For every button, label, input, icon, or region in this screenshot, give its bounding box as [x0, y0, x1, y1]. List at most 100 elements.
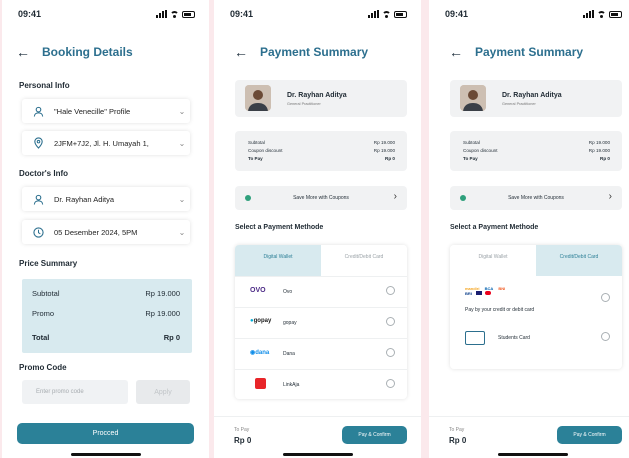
profile-value: "Hale Venecille" Profile	[54, 106, 131, 116]
promo-code-input[interactable]: Enter promo code	[22, 380, 128, 404]
signal-icon	[156, 10, 167, 18]
clock-icon	[31, 226, 45, 238]
select-method-label: Select a Payment Methode	[235, 224, 324, 231]
back-arrow-icon[interactable]: ←	[449, 44, 463, 60]
topay-value: Rp 0	[600, 156, 610, 161]
status-time: 09:41	[18, 9, 42, 19]
subtotal-label: Subtotal	[32, 289, 60, 298]
user-icon	[31, 194, 45, 205]
doctor-avatar	[245, 85, 271, 111]
payment-method-card: Digital Wallet Credit/Debit Card OVO Ovo…	[235, 245, 407, 399]
tab-credit-debit[interactable]: Credit/Debit Card	[321, 245, 407, 276]
address-select[interactable]: 2JFM+7J2, Jl. H. Umayah 1, ⌄	[22, 131, 190, 155]
card-radio[interactable]	[601, 293, 610, 302]
wallet-row-dana[interactable]: ◉dana Dana	[235, 338, 407, 369]
promo-value: Rp 19.000	[145, 309, 180, 318]
payment-method-card: Digital Wallet Credit/Debit Card mandiri…	[450, 245, 622, 369]
status-time: 09:41	[230, 9, 254, 19]
battery-icon	[182, 10, 195, 18]
back-arrow-icon[interactable]: ←	[234, 44, 248, 60]
wallet-name: gopay	[283, 320, 297, 326]
payment-summary-wallet-screen: 09:41 ← Payment Summary Dr. Rayhan Adity…	[214, 0, 421, 458]
coupons-button[interactable]: Save More with Coupons ›	[235, 186, 407, 210]
coupon-row: Coupon discount Rp 19.000	[463, 148, 610, 153]
doctors-info-label: Doctor's Info	[19, 169, 69, 178]
status-time: 09:41	[445, 9, 469, 19]
ovo-logo-icon: OVO	[250, 287, 266, 294]
gopay-logo-icon: ●gopay	[250, 318, 272, 324]
card-option-label: Pay by your credit or debit card	[465, 307, 535, 313]
signal-icon	[368, 10, 379, 18]
coupons-label: Save More with Coupons	[508, 195, 564, 201]
wallet-name: Dana	[283, 351, 295, 357]
subtotal-value: Rp 19.000	[588, 140, 610, 145]
dana-logo-icon: ◉dana	[250, 350, 270, 356]
apply-button[interactable]: Apply	[136, 380, 190, 404]
payment-summary-card-screen: 09:41 ← Payment Summary Dr. Rayhan Adity…	[429, 0, 629, 458]
wallet-name: LinkAja	[283, 382, 300, 388]
subtotal-label: Subtotal	[463, 140, 480, 145]
bottom-bar: To Pay Rp 0 Pay & Confirm	[429, 416, 629, 458]
id-card-icon	[465, 331, 485, 345]
tab-credit-debit[interactable]: Credit/Debit Card	[536, 245, 622, 276]
doctor-avatar	[460, 85, 486, 111]
chevron-right-icon: ›	[608, 191, 612, 202]
header: ← Booking Details	[16, 44, 133, 60]
doctor-value: Dr. Rayhan Aditya	[54, 194, 115, 204]
total-value: Rp 0	[163, 333, 180, 342]
header: ← Payment Summary	[449, 44, 583, 60]
user-icon	[31, 106, 45, 117]
doctor-select[interactable]: Dr. Rayhan Aditya ⌄	[22, 187, 190, 211]
coupons-button[interactable]: Save More with Coupons ›	[450, 186, 622, 210]
pay-confirm-button[interactable]: Pay & Confirm	[342, 426, 407, 444]
tab-digital-wallet[interactable]: Digital Wallet	[450, 245, 536, 276]
select-method-label: Select a Payment Methode	[450, 224, 539, 231]
card-option-row[interactable]: mandiri BCA BNI BRI Pay by your credit o…	[450, 276, 622, 318]
tab-credit-debit-label: Credit/Debit Card	[344, 254, 384, 260]
pay-confirm-button[interactable]: Pay & Confirm	[557, 426, 622, 444]
date-select[interactable]: 05 Desember 2024, 5PM ⌄	[22, 220, 190, 244]
wallet-radio[interactable]	[386, 379, 395, 388]
wallet-row-gopay[interactable]: ●gopay gopay	[235, 307, 407, 338]
topay-row: To Pay Rp 0	[463, 156, 610, 161]
wallet-row-linkaja[interactable]: LinkAja	[235, 369, 407, 399]
chevron-down-icon: ⌄	[178, 106, 186, 116]
profile-select[interactable]: "Hale Venecille" Profile ⌄	[22, 99, 190, 123]
proceed-button[interactable]: Procced	[17, 423, 194, 444]
chevron-right-icon: ›	[393, 191, 397, 202]
page-title: Payment Summary	[260, 45, 369, 59]
location-pin-icon	[31, 137, 45, 149]
wallet-radio[interactable]	[386, 286, 395, 295]
brand-bri-icon: BRI	[465, 291, 472, 296]
total-label: Total	[32, 333, 50, 342]
signal-icon	[583, 10, 594, 18]
date-value: 05 Desember 2024, 5PM	[54, 227, 138, 237]
battery-icon	[394, 10, 407, 18]
battery-icon	[609, 10, 622, 18]
wallet-radio[interactable]	[386, 317, 395, 326]
status-icons	[583, 10, 622, 18]
students-radio[interactable]	[601, 332, 610, 341]
doctor-name: Dr. Rayhan Aditya	[502, 92, 562, 99]
coupon-value: Rp 19.000	[373, 148, 395, 153]
subtotal-row: Subtotal Rp 19.000	[463, 140, 610, 145]
topay-label: To Pay	[234, 427, 250, 433]
wallet-row-ovo[interactable]: OVO Ovo	[235, 276, 407, 307]
page-title: Booking Details	[42, 45, 133, 59]
status-icons	[156, 10, 195, 18]
topay-label: To Pay	[248, 156, 263, 161]
subtotal-row: Subtotal Rp 19.000	[248, 140, 395, 145]
status-bar: 09:41	[214, 9, 421, 23]
gopay-logo-text: gopay	[253, 318, 272, 324]
students-card-row[interactable]: Students Card	[450, 323, 622, 353]
promo-row: Promo Rp 19.000	[32, 309, 180, 318]
coupon-value: Rp 19.000	[588, 148, 610, 153]
wallet-radio[interactable]	[386, 348, 395, 357]
visa-icon	[476, 291, 483, 295]
promo-code-label: Promo Code	[19, 363, 67, 372]
back-arrow-icon[interactable]: ←	[16, 44, 30, 60]
tab-digital-wallet-label: Digital Wallet	[478, 254, 508, 260]
personal-info-label: Personal Info	[19, 81, 70, 90]
home-indicator	[70, 453, 141, 456]
tab-digital-wallet[interactable]: Digital Wallet	[235, 245, 321, 276]
